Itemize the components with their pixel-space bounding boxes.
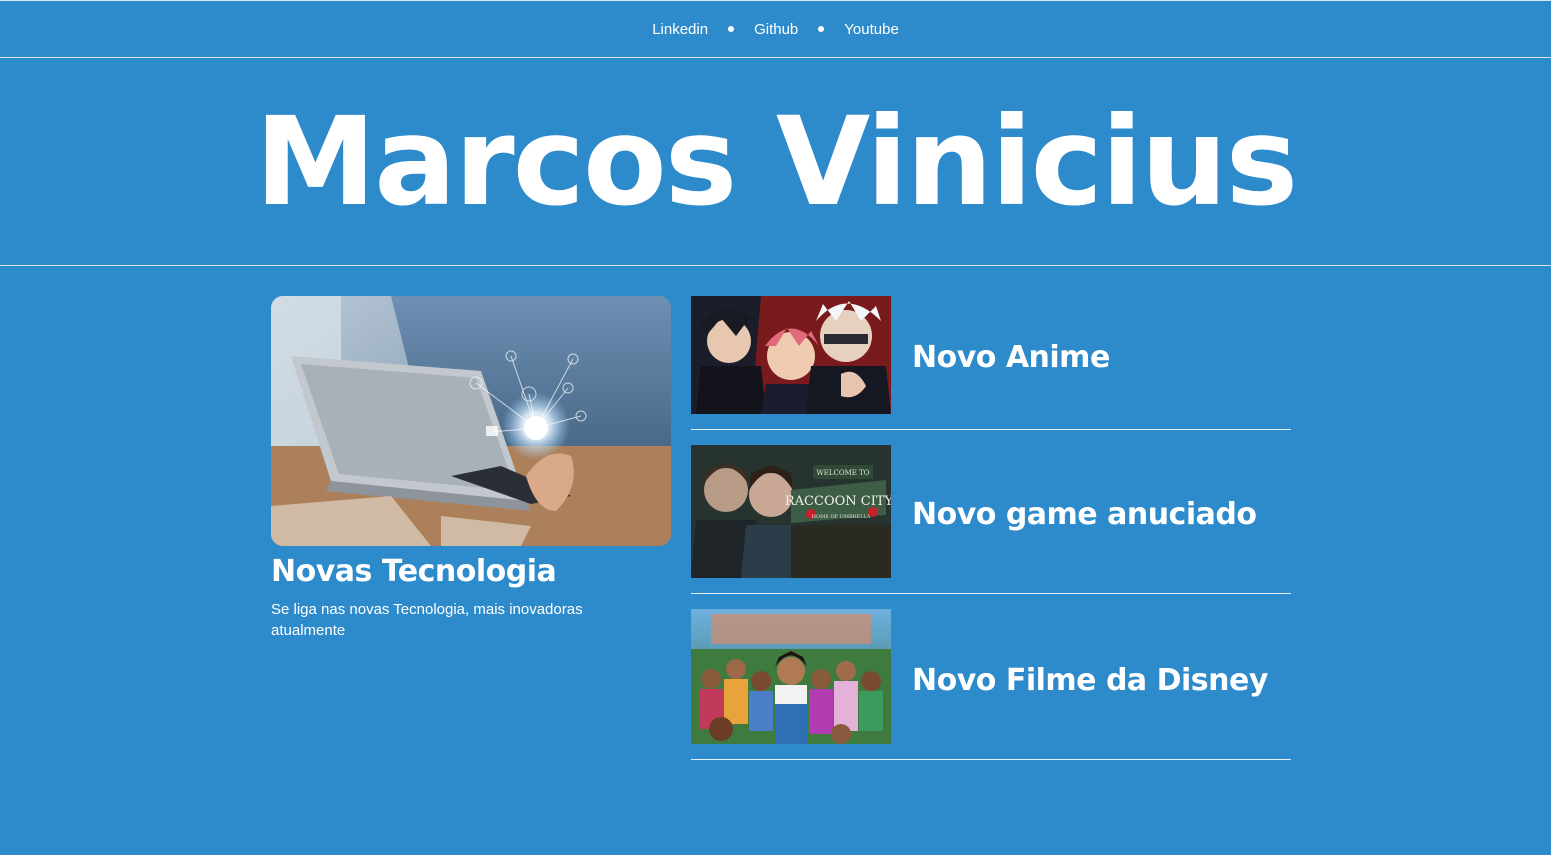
svg-text:WELCOME TO: WELCOME TO: [817, 469, 870, 477]
nav-link-github[interactable]: Github: [754, 21, 798, 38]
anime-characters-image: [691, 296, 891, 414]
laptop-technology-image[interactable]: [271, 296, 671, 546]
news-item-game[interactable]: WELCOME TO RACCOON CITY HOME OF UMBRELLA…: [691, 445, 1291, 594]
hero-divider: [0, 265, 1551, 266]
news-item-disney[interactable]: Novo Filme da Disney: [691, 609, 1291, 760]
news-item-title[interactable]: Novo Filme da Disney: [912, 663, 1268, 698]
site-title: Marcos Vinicius: [254, 90, 1298, 233]
news-item-title[interactable]: Novo game anuciado: [912, 497, 1257, 532]
hero-header: Marcos Vinicius: [0, 58, 1551, 265]
nav-link-linkedin[interactable]: Linkedin: [652, 21, 708, 38]
nav-separator-dot: [728, 26, 735, 32]
nav-link-youtube[interactable]: Youtube: [844, 21, 899, 38]
svg-text:HOME OF UMBRELLA: HOME OF UMBRELLA: [812, 514, 871, 520]
news-item-title[interactable]: Novo Anime: [912, 340, 1110, 375]
featured-article: Novas Tecnologia Se liga nas novas Tecno…: [271, 296, 671, 641]
raccoon-city-game-image: WELCOME TO RACCOON CITY HOME OF UMBRELLA: [691, 445, 891, 578]
nav-separator-dot: [818, 26, 825, 32]
news-item-anime[interactable]: Novo Anime: [691, 296, 1291, 430]
featured-article-description: Se liga nas novas Tecnologia, mais inova…: [271, 601, 583, 639]
top-nav: Linkedin Github Youtube: [0, 1, 1551, 57]
svg-text:RACCOON CITY: RACCOON CITY: [785, 494, 891, 509]
disney-movie-image: [691, 609, 891, 744]
featured-article-title[interactable]: Novas Tecnologia: [271, 554, 671, 589]
